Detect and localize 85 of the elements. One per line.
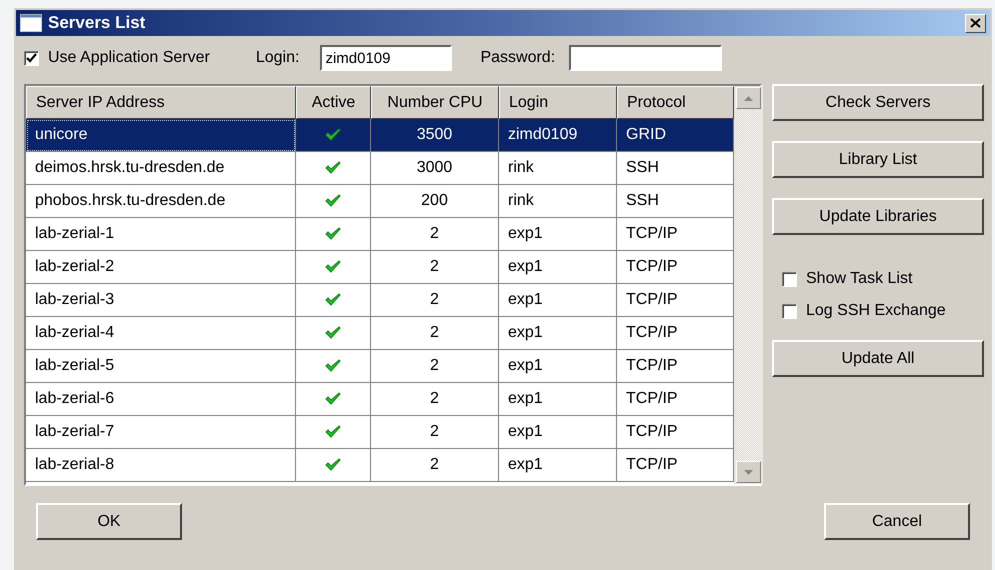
table-cell: lab-zerial-5 <box>35 357 114 375</box>
table-cell: 200 <box>421 192 448 210</box>
login-label: Login: <box>256 49 300 67</box>
table-cell: lab-zerial-3 <box>35 291 114 309</box>
table-cell: exp1 <box>508 357 543 375</box>
up-arrow-icon <box>744 96 753 100</box>
table-row[interactable]: lab-zerial-8 2 exp1 TCP/IP <box>26 449 734 482</box>
table-cell: rink <box>508 159 534 177</box>
checkbox[interactable] <box>24 50 39 66</box>
table-cell: 2 <box>430 225 439 243</box>
table-cell: exp1 <box>508 225 543 243</box>
table-cell: TCP/IP <box>626 423 678 441</box>
column-header[interactable]: Number CPU <box>371 86 499 119</box>
table-cell: exp1 <box>508 324 543 342</box>
table-cell: SSH <box>626 159 659 177</box>
column-header[interactable]: Login <box>499 86 617 119</box>
table-row[interactable]: unicore 3500 zimd0109 GRID <box>26 119 734 152</box>
action-button[interactable]: Check Servers <box>772 84 984 121</box>
table-cell: TCP/IP <box>626 291 678 309</box>
table-cell: exp1 <box>508 258 543 276</box>
table-cell: exp1 <box>508 456 543 474</box>
action-button[interactable]: Update Libraries <box>772 198 984 235</box>
table-cell: GRID <box>626 126 666 144</box>
scrollbar[interactable] <box>734 86 763 484</box>
table-cell: unicore <box>35 126 88 144</box>
table-cell: exp1 <box>508 390 543 408</box>
table-cell: TCP/IP <box>626 390 678 408</box>
table-row[interactable]: lab-zerial-3 2 exp1 TCP/IP <box>26 284 734 317</box>
down-arrow-icon <box>744 470 753 474</box>
table-cell: lab-zerial-7 <box>35 423 114 441</box>
window-title: Servers List <box>48 13 146 33</box>
cancel-button[interactable]: Cancel <box>824 503 970 540</box>
table-cell: TCP/IP <box>626 225 678 243</box>
table-cell: 2 <box>430 456 439 474</box>
ok-button[interactable]: OK <box>36 503 182 540</box>
table-row[interactable]: deimos.hrsk.tu-dresden.de 3000 rink SSH <box>26 152 734 185</box>
table-cell: lab-zerial-8 <box>35 456 114 474</box>
checkbox-label: Use Application Server <box>48 49 210 67</box>
table-row[interactable]: lab-zerial-1 2 exp1 TCP/IP <box>26 218 734 251</box>
password-field[interactable] <box>569 45 722 71</box>
close-icon <box>970 18 981 28</box>
scroll-up-button[interactable] <box>736 87 761 109</box>
table-cell: 3000 <box>416 159 452 177</box>
table-cell: TCP/IP <box>626 324 678 342</box>
table-row[interactable]: lab-zerial-4 2 exp1 TCP/IP <box>26 317 734 350</box>
table-cell: 2 <box>430 324 439 342</box>
update-all-button[interactable]: Update All <box>772 340 984 377</box>
checkbox-label: Log SSH Exchange <box>806 302 946 320</box>
table-cell: 3500 <box>416 126 452 144</box>
table-cell: deimos.hrsk.tu-dresden.de <box>35 159 224 177</box>
table-cell: 2 <box>430 291 439 309</box>
checkbox-label: Show Task List <box>806 270 912 288</box>
table-cell: TCP/IP <box>626 357 678 375</box>
table-cell: 2 <box>430 423 439 441</box>
table-cell: lab-zerial-1 <box>35 225 114 243</box>
table-cell: lab-zerial-4 <box>35 324 114 342</box>
login-field[interactable]: zimd0109 <box>320 45 452 71</box>
table-row[interactable]: lab-zerial-5 2 exp1 TCP/IP <box>26 350 734 383</box>
table-cell: lab-zerial-2 <box>35 258 114 276</box>
column-header[interactable]: Protocol <box>617 86 734 119</box>
table-row[interactable]: lab-zerial-2 2 exp1 TCP/IP <box>26 251 734 284</box>
checkbox[interactable] <box>782 304 797 318</box>
password-label: Password: <box>480 49 556 67</box>
table-cell: 2 <box>430 357 439 375</box>
table-cell: 2 <box>430 258 439 276</box>
window-icon <box>20 14 42 32</box>
table-cell: exp1 <box>508 291 543 309</box>
scroll-down-button[interactable] <box>736 461 761 483</box>
table-row[interactable]: lab-zerial-6 2 exp1 TCP/IP <box>26 383 734 416</box>
table-cell: TCP/IP <box>626 456 678 474</box>
table-cell: phobos.hrsk.tu-dresden.de <box>35 192 226 210</box>
column-header[interactable]: Server IP Address <box>26 86 296 119</box>
checkbox[interactable] <box>782 272 797 286</box>
table-cell: SSH <box>626 192 659 210</box>
table-cell: lab-zerial-6 <box>35 390 114 408</box>
table-cell: TCP/IP <box>626 258 678 276</box>
table-cell: exp1 <box>508 423 543 441</box>
column-header[interactable]: Active <box>296 86 371 119</box>
close-button[interactable] <box>965 14 986 32</box>
table-cell: zimd0109 <box>508 126 578 144</box>
table-cell: 2 <box>430 390 439 408</box>
action-button[interactable]: Library List <box>772 141 984 178</box>
table-row[interactable]: lab-zerial-7 2 exp1 TCP/IP <box>26 416 734 449</box>
table-row[interactable]: phobos.hrsk.tu-dresden.de 200 rink SSH <box>26 185 734 218</box>
table-cell: rink <box>508 192 534 210</box>
